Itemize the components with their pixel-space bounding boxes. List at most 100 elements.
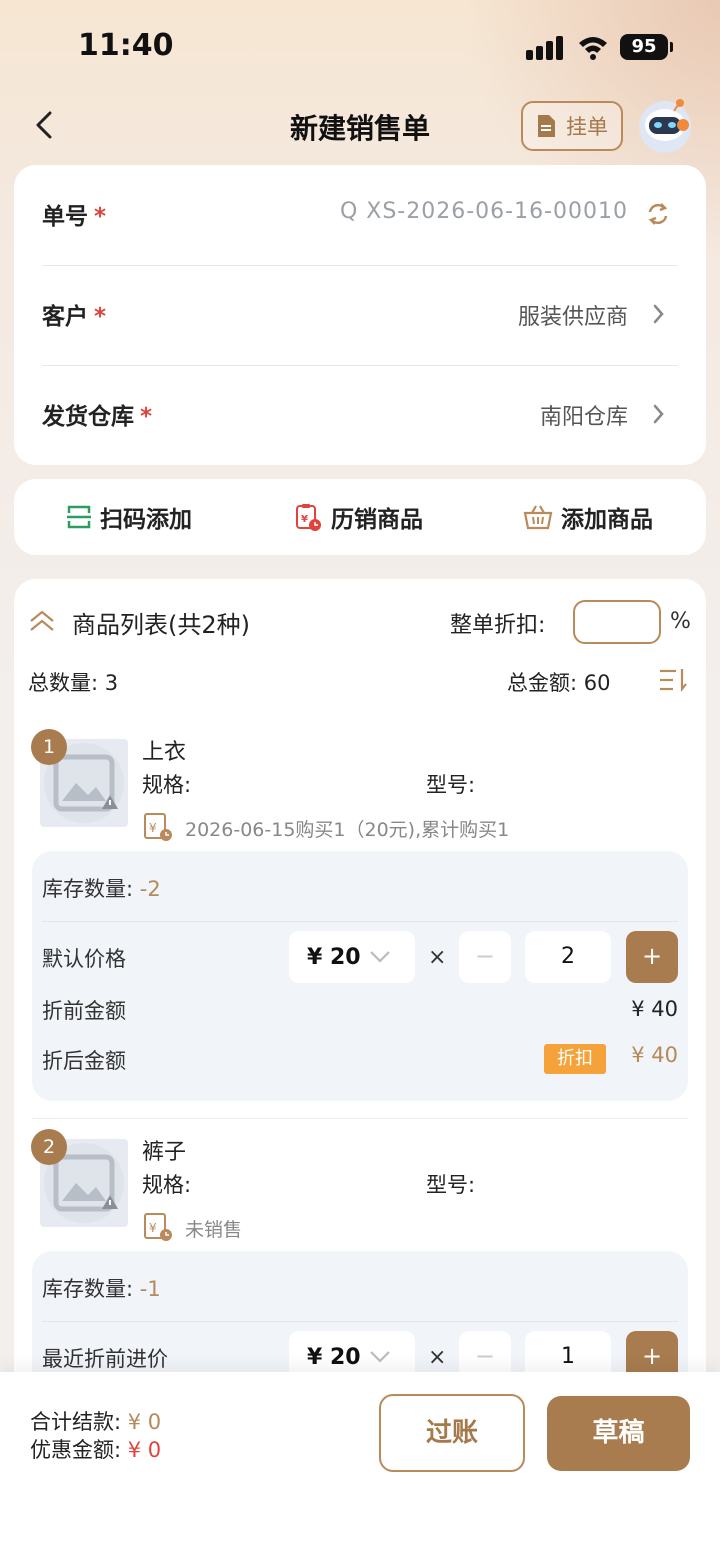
hold-order-button[interactable]: 挂单: [521, 101, 623, 151]
scan-add-button[interactable]: 扫码添加: [66, 479, 192, 555]
chevron-down-icon: [369, 1351, 390, 1363]
history-clipboard-icon: ¥: [296, 504, 321, 531]
required-mark: *: [94, 304, 107, 330]
wifi-icon: [579, 37, 607, 60]
history-products-button[interactable]: ¥ 历销商品: [295, 479, 423, 555]
order-discount-label: 整单折扣:: [450, 613, 546, 638]
post-button[interactable]: 过账: [379, 1394, 525, 1472]
percent-sign: %: [670, 609, 691, 634]
item-index-badge: 1: [31, 729, 67, 765]
order-number-value: Q XS-2026-06-16-00010: [339, 199, 628, 224]
item-separator: [32, 1118, 688, 1119]
warehouse-value: 南阳仓库: [539, 405, 628, 430]
scan-icon: [67, 505, 91, 529]
price-select[interactable]: ¥ 20: [289, 931, 415, 983]
discount-total-label: 优惠金额:: [30, 1438, 122, 1462]
price-type-label: 默认价格: [42, 947, 126, 971]
product-name: 上衣: [142, 740, 187, 765]
hold-order-label: 挂单: [566, 115, 608, 139]
order-number-row[interactable]: 单号 * Q XS-2026-06-16-00010: [42, 165, 678, 265]
list-title: 商品列表(共2种): [72, 611, 250, 639]
chevron-down-icon: [369, 951, 390, 963]
product-model: 型号:: [426, 773, 476, 797]
total-amount-label: 总金额:: [507, 671, 578, 695]
sales-history-text: 未销售: [185, 1219, 243, 1241]
post-discount-label: 折后金额: [42, 1049, 126, 1073]
stock-quantity: 库存数量: -2: [42, 873, 161, 903]
add-product-label: 添加商品: [561, 507, 653, 533]
product-spec: 规格:: [142, 1173, 192, 1197]
list-header: 商品列表(共2种) 整单折扣: % 总数量: 3 总金额: 60: [14, 579, 706, 709]
sales-history-icon: ¥: [144, 813, 172, 841]
sort-icon[interactable]: [658, 667, 688, 693]
chevron-right-icon: [653, 304, 664, 324]
total-amount: 总金额: 60: [507, 667, 611, 697]
svg-text:¥: ¥: [149, 821, 157, 835]
price-value: ¥ 20: [307, 1344, 361, 1370]
bottom-action-bar: 合计结款: ¥ 0 优惠金额: ¥ 0 过账 草稿: [0, 1372, 720, 1558]
sales-history-icon: ¥: [144, 1213, 172, 1241]
increase-quantity-button[interactable]: +: [626, 931, 678, 983]
total-quantity-label: 总数量:: [28, 671, 99, 695]
multiply-sign: ×: [428, 945, 447, 970]
order-info-card: 单号 * Q XS-2026-06-16-00010 客户 * 服装供应商 发货仓库…: [14, 165, 706, 465]
status-bar: 11:40 95: [0, 0, 720, 95]
basket-icon: [523, 505, 553, 530]
divider: [42, 921, 678, 922]
discount-badge[interactable]: 折扣: [544, 1044, 606, 1074]
total-quantity: 总数量: 3: [28, 667, 118, 697]
item-detail-panel: 库存数量: -2 默认价格 ¥ 20 × − 2 + 折前金额 ¥ 40 折后金…: [32, 851, 688, 1101]
order-number-label: 单号 *: [42, 197, 106, 231]
multiply-sign: ×: [428, 1345, 447, 1370]
divider: [42, 1321, 678, 1322]
post-discount-amount: ¥ 40: [631, 1043, 678, 1067]
add-product-button[interactable]: 添加商品: [523, 479, 653, 555]
collapse-chevron-icon[interactable]: [28, 609, 56, 633]
product-item: 1 上衣 规格: 型号: ¥ 2026-06-15购买1（20元),累计购买1 …: [14, 729, 706, 1109]
order-number-label-text: 单号: [42, 204, 88, 230]
customer-label: 客户 *: [42, 297, 106, 331]
customer-row[interactable]: 客户 * 服装供应商: [42, 265, 678, 365]
battery-indicator: 95: [620, 34, 673, 60]
cellular-signal-icon: [526, 36, 564, 60]
history-products-label: 历销商品: [331, 507, 423, 533]
draft-button[interactable]: 草稿: [547, 1396, 690, 1471]
stock-quantity: 库存数量: -1: [42, 1273, 161, 1303]
stock-label: 库存数量:: [42, 1277, 134, 1301]
discount-total: 优惠金额: ¥ 0: [30, 1434, 161, 1464]
nav-bar: 新建销售单 挂单: [0, 95, 720, 157]
scan-add-label: 扫码添加: [100, 507, 192, 533]
svg-text:¥: ¥: [149, 1221, 157, 1235]
decrease-quantity-button[interactable]: −: [459, 931, 511, 983]
stock-value: -2: [139, 877, 161, 901]
settlement-label: 合计结款:: [30, 1410, 122, 1434]
document-icon: [538, 115, 555, 137]
svg-text:¥: ¥: [301, 514, 308, 525]
price-type-label: 最近折前进价: [42, 1347, 168, 1371]
sales-history-text: 2026-06-15购买1（20元),累计购买1: [185, 819, 510, 841]
warehouse-row[interactable]: 发货仓库 * 南阳仓库: [42, 365, 678, 465]
item-index-badge: 2: [31, 1129, 67, 1165]
chevron-right-icon: [653, 404, 664, 424]
price-value: ¥ 20: [307, 944, 361, 970]
assistant-robot-icon[interactable]: [636, 95, 694, 155]
total-amount-value: 60: [583, 671, 611, 695]
product-spec: 规格:: [142, 773, 192, 797]
quantity-input[interactable]: 2: [525, 931, 611, 983]
product-name: 裤子: [142, 1140, 187, 1165]
order-discount-input[interactable]: [573, 600, 661, 644]
pre-discount-amount: ¥ 40: [631, 997, 678, 1021]
settlement-total: 合计结款: ¥ 0: [30, 1406, 161, 1436]
required-mark: *: [94, 204, 107, 230]
refresh-icon[interactable]: [646, 201, 670, 227]
total-quantity-value: 3: [104, 671, 119, 695]
settlement-value: ¥ 0: [127, 1410, 162, 1434]
customer-label-text: 客户: [42, 304, 88, 330]
status-time: 11:40: [78, 28, 174, 63]
stock-value: -1: [139, 1277, 161, 1301]
product-model: 型号:: [426, 1173, 476, 1197]
stock-label: 库存数量:: [42, 877, 134, 901]
quick-actions-card: 扫码添加 ¥ 历销商品 添加商品: [14, 479, 706, 555]
customer-value: 服装供应商: [517, 305, 628, 330]
warehouse-label-text: 发货仓库: [42, 404, 134, 430]
